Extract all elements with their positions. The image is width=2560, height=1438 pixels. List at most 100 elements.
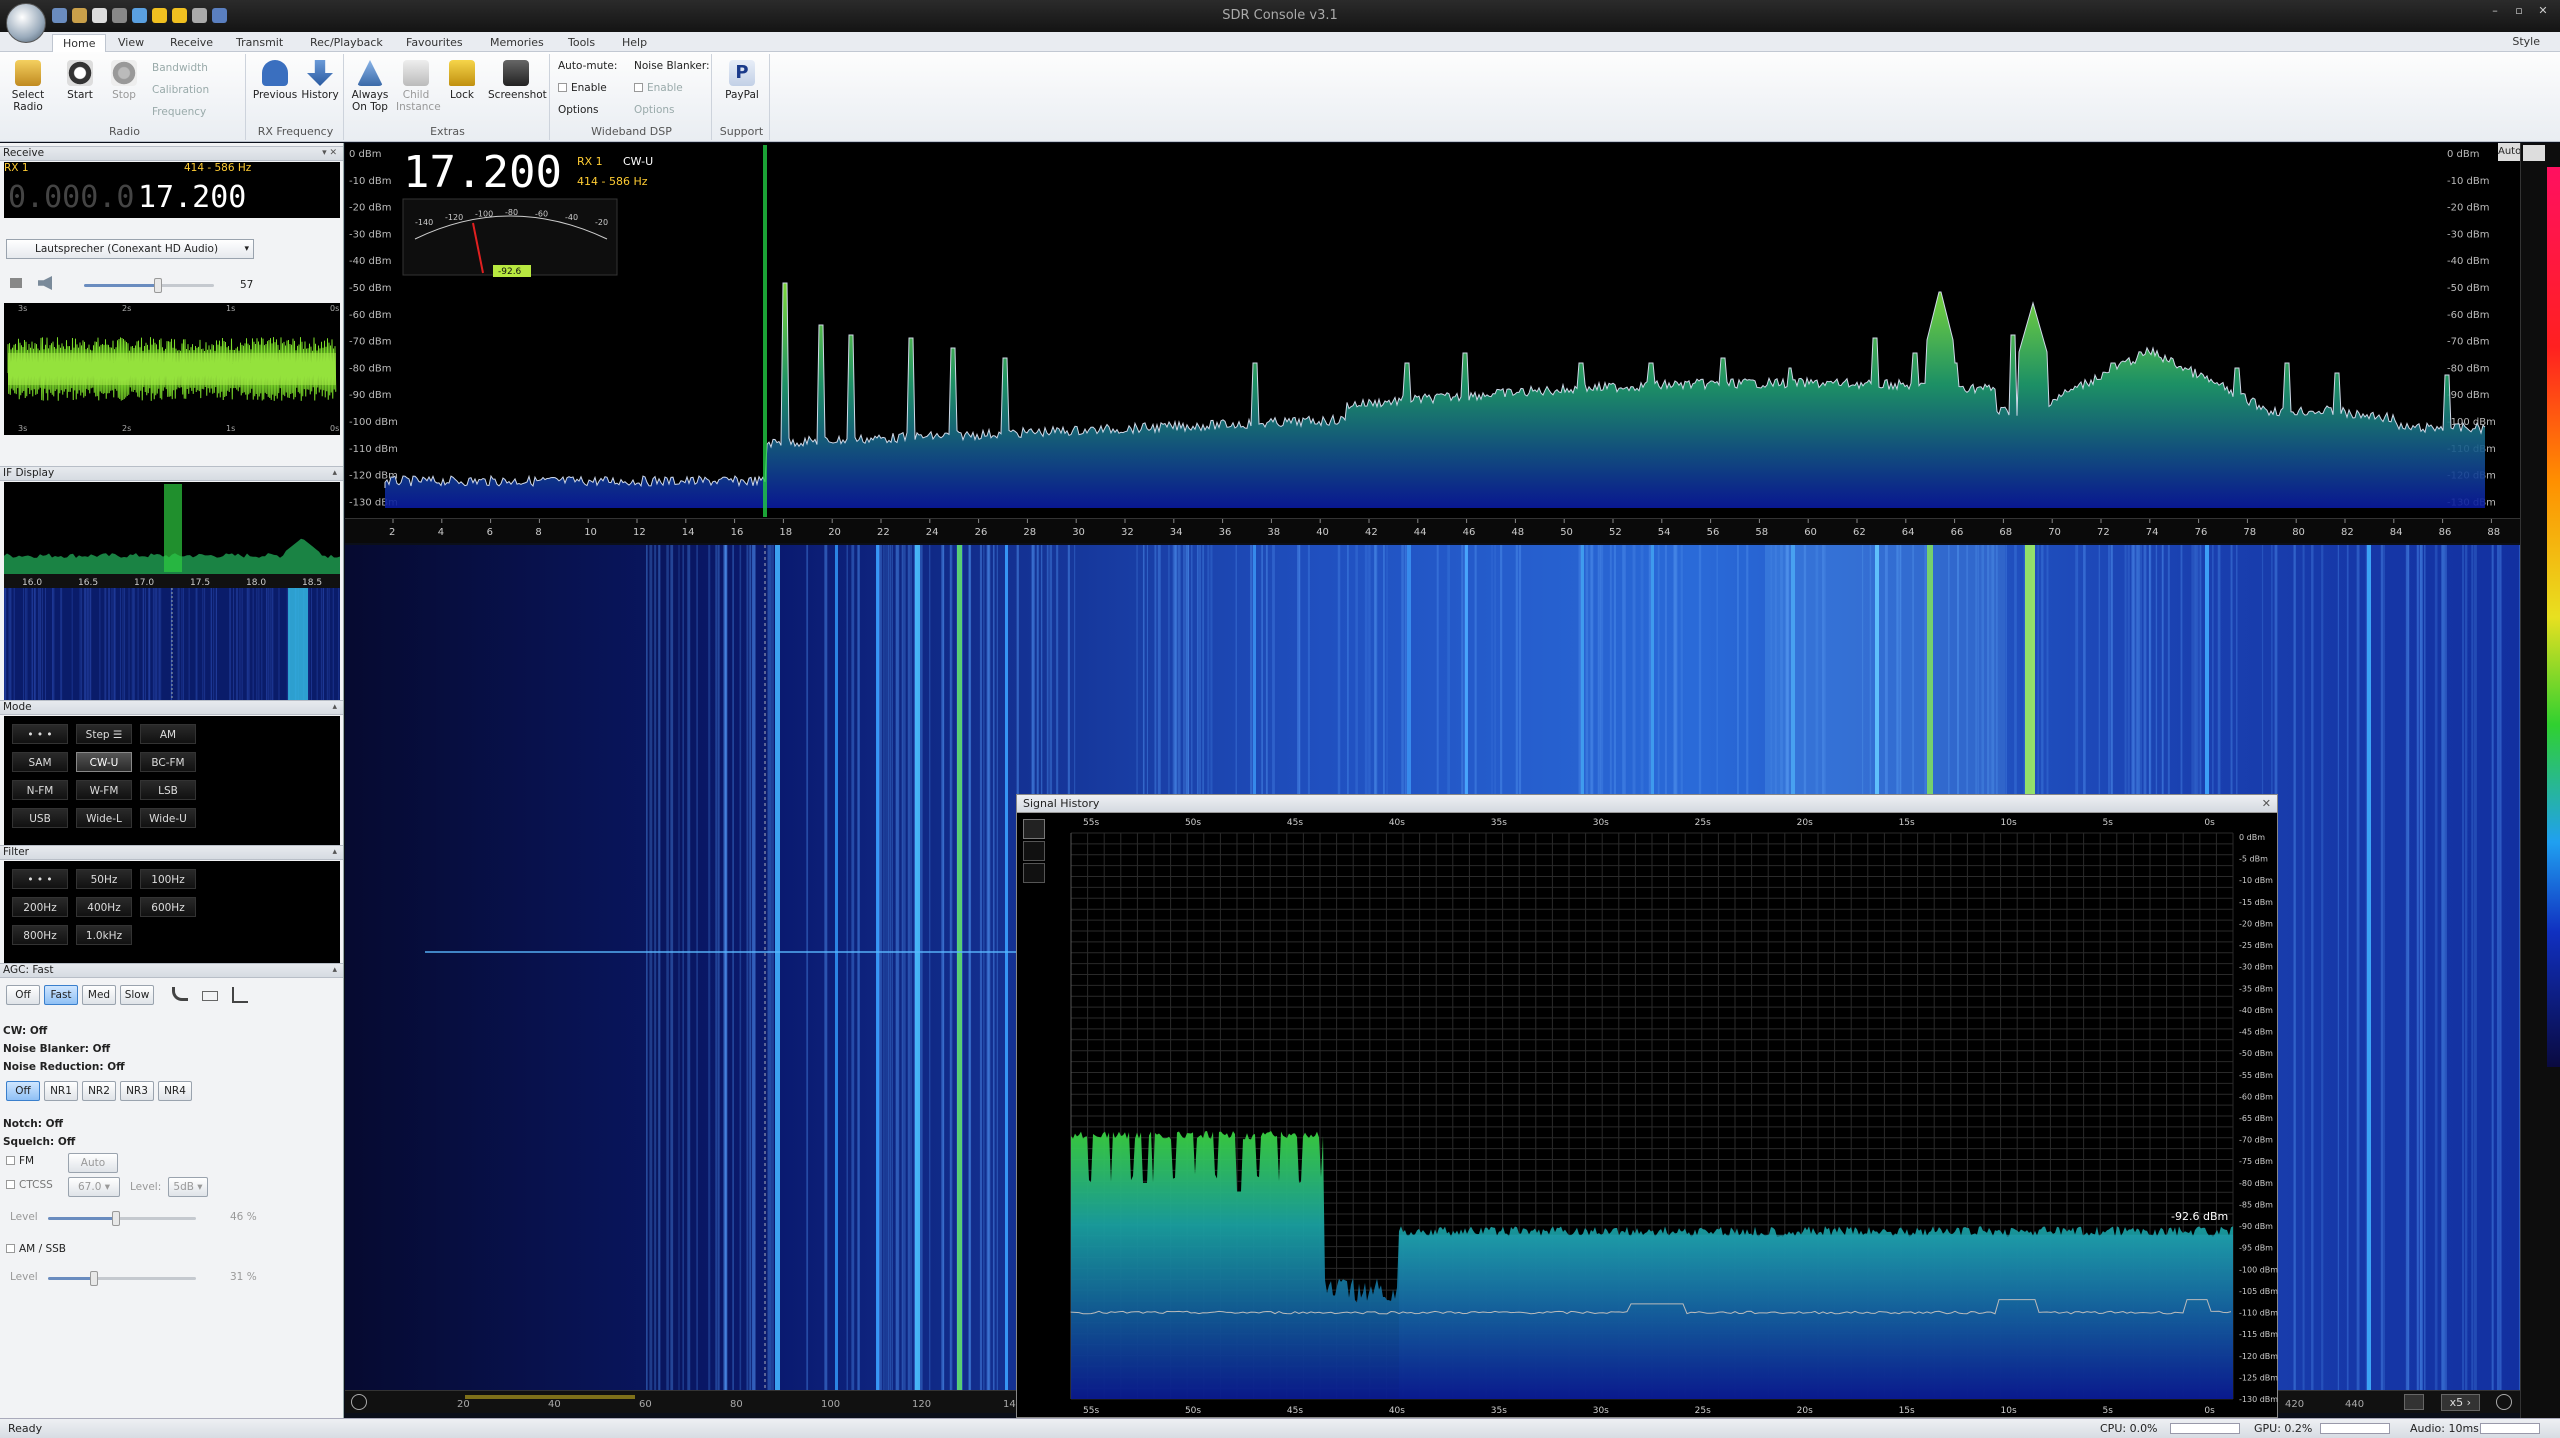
auto-scale-button[interactable]: Auto [2498,143,2521,161]
volume-slider[interactable] [84,278,214,293]
tab-tools[interactable]: Tools [558,34,605,52]
noise-reduction-button-nr4[interactable]: NR4 [158,1081,192,1101]
agc-button-med[interactable]: Med [82,985,116,1005]
tuning-marker[interactable] [763,145,767,517]
waterfall-color-bar[interactable] [2520,143,2560,1418]
tab-favourites[interactable]: Favourites [396,34,473,52]
fm-squelch-checkbox[interactable]: FM [6,1155,34,1167]
auto-mute-enable-checkbox[interactable]: Enable [558,82,607,94]
filter-panel-header[interactable]: Filter ▴ [0,845,343,860]
tab-memories[interactable]: Memories [480,34,554,52]
notch-status[interactable]: Notch: Off [3,1118,63,1130]
mode-button-usb[interactable]: USB [12,808,68,828]
ctcss-select[interactable]: 67.0 ▾ [68,1177,120,1197]
noise-reduction-button-off[interactable]: Off [6,1081,40,1101]
close-icon[interactable]: ✕ [2262,795,2271,812]
ctcss-checkbox[interactable]: CTCSS [6,1179,53,1191]
noise-blanker-enable-checkbox[interactable]: Enable [634,82,683,94]
mode-button-step-[interactable]: Step ☰ [76,724,132,744]
mode-button-bc-fm[interactable]: BC-FM [140,752,196,772]
history-button[interactable]: History [300,60,340,101]
filter-button-200hz[interactable]: 200Hz [12,897,68,917]
mode-button-n-fm[interactable]: N-FM [12,780,68,800]
if-display[interactable]: 16.0 16.5 17.0 17.5 18.0 18.5 [4,482,340,714]
noise-reduction-button-nr3[interactable]: NR3 [120,1081,154,1101]
am-level-slider-thumb[interactable] [89,1271,98,1286]
zoom-select[interactable]: x5 › [2440,1394,2480,1411]
paypal-button[interactable]: P PayPal [722,60,762,101]
screenshot-button[interactable]: Screenshot [488,60,547,101]
style-menu[interactable]: Style [2512,35,2540,48]
filter-button-50hz[interactable]: 50Hz [76,869,132,889]
am-ssb-checkbox[interactable]: AM / SSB [6,1243,66,1255]
mode-panel-header[interactable]: Mode ▴ [0,700,343,715]
zoom-in-icon[interactable] [2496,1394,2512,1410]
am-level-slider[interactable] [48,1271,196,1286]
previous-button[interactable]: Previous [252,60,298,101]
mode-button-sam[interactable]: SAM [12,752,68,772]
noise-reduction-status[interactable]: Noise Reduction: Off [3,1061,125,1073]
camera-icon[interactable] [2404,1394,2424,1410]
mode-button-wide-u[interactable]: Wide-U [140,808,196,828]
filter-button-400hz[interactable]: 400Hz [76,897,132,917]
receive-frequency-display[interactable]: RX 1 414 - 586 Hz 0.000.0 17.200 [4,162,340,218]
mode-button-w-fm[interactable]: W-FM [76,780,132,800]
display-icon[interactable] [202,991,218,1001]
application-menu-button[interactable] [6,3,46,43]
auto-mute-options-button[interactable]: Options [558,104,599,116]
tab-receive[interactable]: Receive [160,34,223,52]
speaker-icon[interactable] [38,276,52,290]
mode-button-lsb[interactable]: LSB [140,780,196,800]
filter-button--[interactable]: • • • [12,869,68,889]
maximize-button[interactable]: ▫ [2508,4,2530,18]
if-display-header[interactable]: IF Display ▴ [0,466,343,481]
graph-icon[interactable] [232,987,248,1003]
noise-reduction-button-nr2[interactable]: NR2 [82,1081,116,1101]
close-button[interactable]: ✕ [2532,4,2554,18]
mode-button-am[interactable]: AM [140,724,196,744]
mode-button-wide-l[interactable]: Wide-L [76,808,132,828]
fm-level-slider[interactable] [48,1211,196,1226]
if-passband-marker[interactable] [164,484,182,572]
mode-button--[interactable]: • • • [12,724,68,744]
audio-device-select[interactable]: Lautsprecher (Conexant HD Audio) ▾ [6,239,254,259]
signal-history-title-bar[interactable]: Signal History ✕ [1017,795,2277,813]
noise-blanker-status[interactable]: Noise Blanker: Off [3,1043,110,1055]
minimize-button[interactable]: – [2484,4,2506,18]
tab-transmit[interactable]: Transmit [226,34,293,52]
spectrum-display[interactable]: 0 dBm 0 dBm -10 dBm -10 dBm -20 dBm -20 dBm -3… [345,143,2521,518]
child-instance-button[interactable]: Child Instance [396,60,441,113]
agc-button-slow[interactable]: Slow [120,985,154,1005]
start-button[interactable]: Start [60,60,100,101]
agc-button-off[interactable]: Off [6,985,40,1005]
zoom-out-icon[interactable] [351,1394,367,1410]
tab-home[interactable]: Home [52,34,107,52]
tab-help[interactable]: Help [612,34,657,52]
mode-button-cw-u[interactable]: CW-U [76,752,132,772]
agc-button-fast[interactable]: Fast [44,985,78,1005]
cw-status[interactable]: CW: Off [3,1025,47,1037]
tab-view[interactable]: View [108,34,154,52]
select-radio-button[interactable]: Select Radio [8,60,48,113]
volume-slider-thumb[interactable] [154,278,163,293]
filter-button-100hz[interactable]: 100Hz [140,869,196,889]
auto-button[interactable]: Auto [68,1153,118,1173]
noise-blanker-options-button[interactable]: Options [634,104,675,116]
stop-button[interactable]: Stop [104,60,144,101]
bandwidth-button[interactable]: Bandwidth [152,62,208,74]
filter-button-1-0khz[interactable]: 1.0kHz [76,925,132,945]
tab-rec-playback[interactable]: Rec/Playback [300,34,393,52]
agc-panel-header[interactable]: AGC: Fast ▴ [0,963,343,978]
filter-button-600hz[interactable]: 600Hz [140,897,196,917]
lock-button[interactable]: Lock [442,60,482,101]
level-select[interactable]: 5dB ▾ [168,1177,208,1197]
always-on-top-button[interactable]: Always On Top [350,60,390,113]
frequency-button[interactable]: Frequency [152,106,206,118]
receive-panel-header[interactable]: Receive ▾ ✕ [0,146,343,161]
fm-level-slider-thumb[interactable] [112,1211,121,1226]
noise-reduction-button-nr1[interactable]: NR1 [44,1081,78,1101]
colorbar-auto-button[interactable] [2523,145,2545,161]
squelch-status[interactable]: Squelch: Off [3,1136,75,1148]
calibration-button[interactable]: Calibration [152,84,209,96]
filter-button-800hz[interactable]: 800Hz [12,925,68,945]
